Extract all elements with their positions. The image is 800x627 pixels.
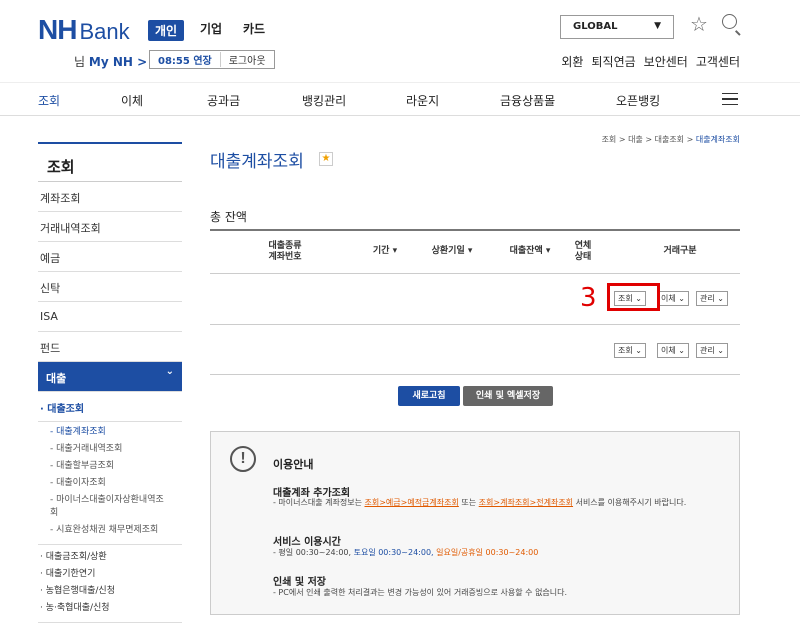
user-greeting: 님 My NH > xyxy=(74,53,147,70)
col-account-no-label: 계좌번호 xyxy=(268,252,302,262)
breadcrumb-current: 대출계좌조회 xyxy=(695,135,740,144)
nh-bank-logo[interactable]: NH Bank xyxy=(38,14,130,46)
header: NH Bank 개인 기업 카드 님 My NH > 08:55 연장 로그아웃… xyxy=(0,0,800,82)
star-icon[interactable]: ☆ xyxy=(690,12,708,36)
util-security[interactable]: 보안센터 xyxy=(644,53,688,70)
col-repay-date[interactable]: 상환기일 ▾ xyxy=(422,246,482,257)
global-select-value: GLOBAL xyxy=(573,21,618,32)
sidebar-item-trust[interactable]: 신탁 xyxy=(38,272,182,302)
sidebar-sub-debt-exemption[interactable]: - 시효완성채권 채무면제조회 xyxy=(38,522,182,539)
sidebar: 조회 계좌조회 거래내역조회 예금 신탁 ISA 펀드 대출 · 대출조회 - … xyxy=(38,142,182,627)
col-loan-type-label: 대출종류 xyxy=(268,241,302,251)
nav-bills[interactable]: 공과금 xyxy=(207,92,240,109)
sidebar-item-account[interactable]: 계좌조회 xyxy=(38,182,182,212)
sidebar-sub-loan-history[interactable]: - 대출거래내역조회 xyxy=(38,441,182,458)
notice-sec2-saturday: 토요일 00:30~24:00, xyxy=(353,548,434,557)
notice-title: 이용안내 xyxy=(273,458,314,471)
logout-button[interactable]: 로그아웃 xyxy=(221,52,274,67)
table-header: 대출종류 계좌번호 기간 ▾ 상환기일 ▾ 대출잔액 ▾ 연체 상태 거래구분 xyxy=(210,229,740,274)
row2-inquiry-button[interactable]: 조회 ⌄ xyxy=(614,343,646,358)
table-row-divider xyxy=(210,324,740,325)
util-customer[interactable]: 고객센터 xyxy=(696,53,740,70)
notice-sec1-text-b: 또는 xyxy=(458,498,479,507)
row2-manage-button[interactable]: 관리 ⌄ xyxy=(696,343,728,358)
sidebar-loan-repay[interactable]: · 대출금조회/상환 xyxy=(38,545,182,566)
nav-inquiry[interactable]: 조회 xyxy=(38,92,60,109)
nav-transfer[interactable]: 이체 xyxy=(121,92,143,109)
sidebar-nh-loan-apply[interactable]: · 농협은행대출/신청 xyxy=(38,583,182,600)
util-forex[interactable]: 외환 xyxy=(561,53,583,70)
notice-sec2-desc: - 평일 00:30~24:00, 토요일 00:30~24:00, 일요일/공… xyxy=(273,547,733,558)
breadcrumb: 조회 > 대출 > 대출조회 > 대출계좌조회 xyxy=(602,134,740,145)
sidebar-item-transactions[interactable]: 거래내역조회 xyxy=(38,212,182,242)
util-pension[interactable]: 퇴직연금 xyxy=(591,53,635,70)
session-extend-button[interactable]: 08:55 연장 xyxy=(150,52,221,67)
favorite-star-icon[interactable]: ★ xyxy=(319,152,333,166)
session-box: 08:55 연장 로그아웃 xyxy=(149,50,275,69)
notice-sec1-text-a: - 마이너스대출 계좌정보는 xyxy=(273,498,365,507)
nav-lounge[interactable]: 라운지 xyxy=(406,92,439,109)
notice-box: ! 이용안내 대출계좌 추가조회 - 마이너스대출 계좌정보는 조회>예금>예적… xyxy=(210,431,740,615)
notice-sec2-title: 서비스 이용시간 xyxy=(273,537,341,548)
notice-sec3-title: 인쇄 및 저장 xyxy=(273,577,326,588)
nav-banking-manage[interactable]: 뱅킹관리 xyxy=(302,92,346,109)
nav-product-mall[interactable]: 금융상품몰 xyxy=(500,92,555,109)
chevron-down-icon: ▼ xyxy=(654,21,661,31)
page-title: 대출계좌조회 xyxy=(210,152,304,172)
my-nh-link[interactable]: My NH > xyxy=(89,55,147,69)
col-overdue-status[interactable]: 연체 상태 xyxy=(565,241,601,263)
nav-open-banking[interactable]: 오픈뱅킹 xyxy=(616,92,660,109)
total-balance-label: 총 잔액 xyxy=(210,210,247,224)
sidebar-item-insurance[interactable]: 보험 xyxy=(38,623,182,627)
sidebar-item-loan[interactable]: 대출 xyxy=(38,362,182,392)
search-icon[interactable] xyxy=(722,14,737,29)
sidebar-sub-loan-installment[interactable]: - 대출할부금조회 xyxy=(38,458,182,475)
sidebar-sub-loan-account[interactable]: - 대출계좌조회 xyxy=(38,422,182,441)
row1-transfer-button[interactable]: 이체 ⌄ xyxy=(657,291,689,306)
tab-corporate[interactable]: 기업 xyxy=(200,20,222,37)
tab-personal[interactable]: 개인 xyxy=(148,20,185,41)
notice-sec2-sunday: 일요일/공휴일 00:30~24:00 xyxy=(433,548,539,557)
sidebar-item-fund[interactable]: 펀드 xyxy=(38,332,182,362)
user-suffix: 님 xyxy=(74,55,86,69)
breadcrumb-inquiry[interactable]: 조회 > xyxy=(602,135,629,144)
notice-sec2-weekday: - 평일 00:30~24:00, xyxy=(273,548,354,557)
notice-sec1-text-c: 서비스를 이용해주시기 바랍니다. xyxy=(573,498,687,507)
logo-bank: Bank xyxy=(79,19,130,44)
row2-transfer-button[interactable]: 이체 ⌄ xyxy=(657,343,689,358)
col-period[interactable]: 기간 ▾ xyxy=(365,246,405,257)
sidebar-sub-loan-inquiry[interactable]: · 대출조회 xyxy=(38,392,182,422)
col-loan-type: 대출종류 계좌번호 xyxy=(250,241,320,263)
sidebar-item-deposit[interactable]: 예금 xyxy=(38,242,182,272)
sidebar-loan-extend[interactable]: · 대출기한연기 xyxy=(38,566,182,583)
refresh-button[interactable]: 새로고침 xyxy=(398,386,460,406)
utility-links: 외환 퇴직연금 보안센터 고객센터 xyxy=(561,53,740,70)
sidebar-sub-minus-loan-repay[interactable]: - 마이너스대출이자상환내역조회 xyxy=(38,492,182,522)
highlight-box xyxy=(607,283,660,311)
hamburger-menu-icon[interactable] xyxy=(722,93,738,105)
col-overdue-label: 연체 xyxy=(574,241,592,251)
row1-manage-button[interactable]: 관리 ⌄ xyxy=(696,291,728,306)
sidebar-sub-loan-interest[interactable]: - 대출이자조회 xyxy=(38,475,182,492)
print-excel-button[interactable]: 인쇄 및 엑셀저장 xyxy=(463,386,553,406)
notice-sec1-desc: - 마이너스대출 계좌정보는 조회>예금>예적금계좌조회 또는 조회>계좌조회>… xyxy=(273,497,733,508)
col-balance[interactable]: 대출잔액 ▾ xyxy=(500,246,560,257)
logo-nh: NH xyxy=(38,14,77,45)
tab-card[interactable]: 카드 xyxy=(243,20,265,37)
breadcrumb-loan-inquiry[interactable]: 대출조회 > xyxy=(655,135,696,144)
main-nav: 조회 이체 공과금 뱅킹관리 라운지 금융상품몰 오픈뱅킹 xyxy=(0,82,800,116)
col-status-label: 상태 xyxy=(574,252,592,262)
link-all-accounts[interactable]: 조회>계좌조회>전계좌조회 xyxy=(479,498,573,507)
col-action: 거래구분 xyxy=(663,246,697,256)
step-annotation: 3 xyxy=(580,283,597,313)
global-select[interactable]: GLOBAL ▼ xyxy=(560,15,674,39)
breadcrumb-loan[interactable]: 대출 > xyxy=(628,135,655,144)
link-deposit-account[interactable]: 조회>예금>예적금계좌조회 xyxy=(364,498,458,507)
table-bottom-line xyxy=(210,374,740,375)
sidebar-coop-loan-apply[interactable]: · 농·축협대출/신청 xyxy=(38,600,182,617)
sidebar-item-isa[interactable]: ISA xyxy=(38,302,182,332)
notice-sec3-desc: - PC에서 인쇄 출력한 처리결과는 변경 가능성이 있어 거래증빙으로 사용… xyxy=(273,588,568,597)
sidebar-title: 조회 xyxy=(38,142,182,182)
exclamation-icon: ! xyxy=(230,446,256,472)
